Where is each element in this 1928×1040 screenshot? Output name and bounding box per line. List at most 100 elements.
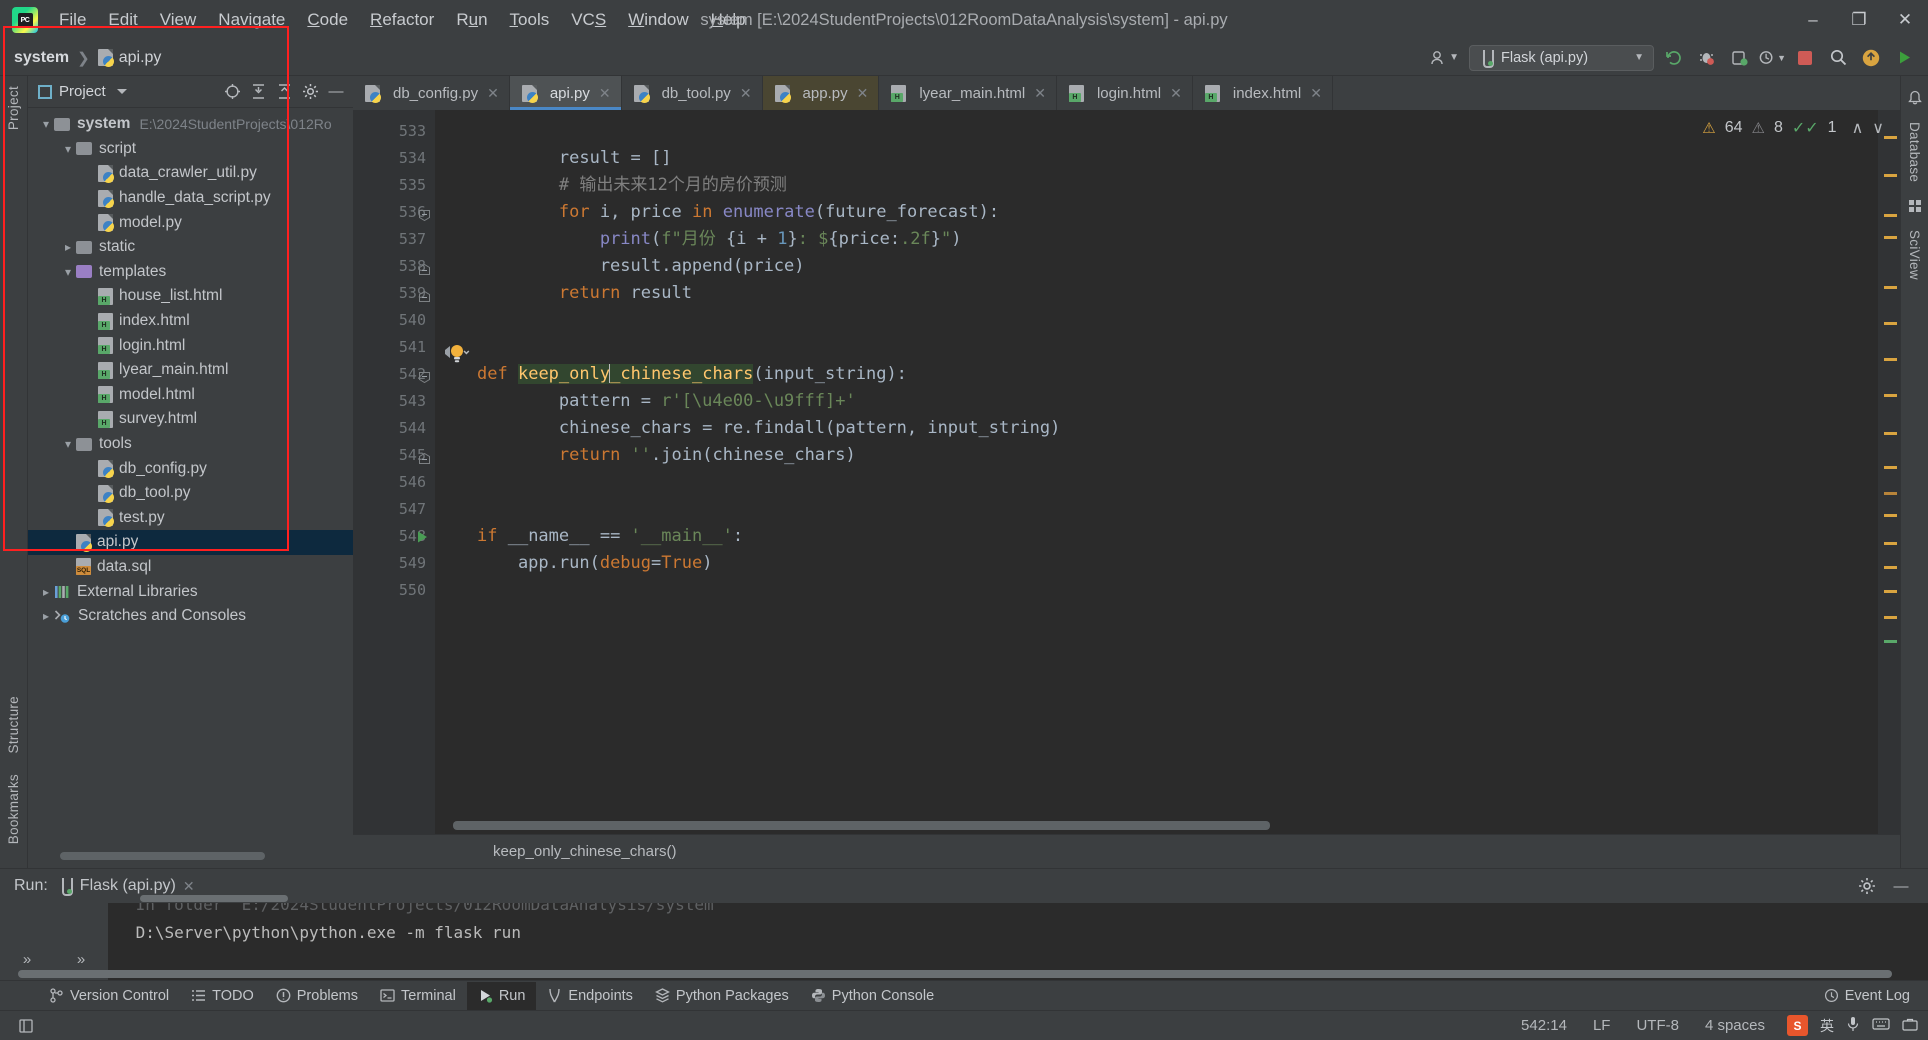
tree-arrow-collapsed[interactable]: ▸ <box>38 585 54 599</box>
menu-edit[interactable]: Edit <box>97 5 148 35</box>
line-number-gutter[interactable]: 533 534 535 536 537 538 539 540 541 542 543 544 545 5… <box>353 110 435 834</box>
tree-item-static[interactable]: ▸ static <box>28 235 353 260</box>
analysis-marker[interactable] <box>1884 236 1897 239</box>
keyboard-icon[interactable] <box>1872 1017 1890 1034</box>
analysis-marker[interactable] <box>1884 542 1897 545</box>
analysis-marker[interactable] <box>1884 394 1897 397</box>
fold-collapse-icon[interactable] <box>419 369 430 384</box>
tree-arrow-collapsed[interactable]: ▸ <box>38 609 54 623</box>
editor-tab-api-py[interactable]: api.py ✕ <box>509 76 622 110</box>
line-number[interactable]: 541 <box>353 334 435 361</box>
gear-icon[interactable] <box>1856 875 1878 897</box>
user-account-button[interactable]: ▼ <box>1425 45 1464 71</box>
tree-arrow-expanded[interactable]: ▾ <box>60 437 76 451</box>
line-number[interactable]: 533 <box>353 118 435 145</box>
analysis-marker[interactable] <box>1884 174 1897 177</box>
code-line[interactable]: chinese_chars = re.findall(pattern, inpu… <box>435 415 1878 442</box>
console-hscrollbar[interactable] <box>18 970 1892 978</box>
chevron-down-icon[interactable] <box>116 89 127 94</box>
code-line[interactable]: # 输出未来12个月的房价预测 <box>435 172 1878 199</box>
code-line[interactable] <box>435 334 1878 361</box>
debug-button[interactable] <box>1692 45 1720 71</box>
tool-window-button-endpoints[interactable]: Endpoints <box>536 982 644 1010</box>
tree-item-db-tool-py[interactable]: db_tool.py <box>28 481 353 506</box>
line-separator[interactable]: LF <box>1589 1015 1615 1036</box>
tree-item-db-config-py[interactable]: db_config.py <box>28 456 353 481</box>
expand-actions-icon[interactable]: » <box>0 951 54 968</box>
tree-arrow-expanded[interactable]: ▾ <box>38 117 54 131</box>
close-button[interactable]: ✕ <box>1882 0 1928 40</box>
breadcrumb-file[interactable]: api.py <box>119 49 162 67</box>
tree-item-login-html[interactable]: login.html <box>28 333 353 358</box>
menu-window[interactable]: Window <box>617 5 699 35</box>
editor-tab-app-py[interactable]: app.py ✕ <box>762 76 880 110</box>
code-canvas[interactable]: result = [] # 输出未来12个月的房价预测 for i, price… <box>435 110 1878 834</box>
code-line[interactable]: pattern = r'[\u4e00-\u9fff]+' <box>435 388 1878 415</box>
caret-position[interactable]: 542:14 <box>1517 1015 1571 1036</box>
analysis-marker[interactable] <box>1884 214 1897 217</box>
tree-item-scratches-and-consoles[interactable]: ▸ Scratches and Consoles <box>28 604 353 629</box>
close-icon[interactable]: ✕ <box>487 85 499 102</box>
menu-view[interactable]: View <box>149 5 208 35</box>
tree-item-data-crawler-util-py[interactable]: data_crawler_util.py <box>28 161 353 186</box>
strip-tab-structure[interactable]: Structure <box>1 686 26 763</box>
analysis-marker[interactable] <box>1884 590 1897 593</box>
next-problem-icon[interactable]: ∨ <box>1872 118 1884 138</box>
locate-icon[interactable] <box>221 81 243 103</box>
menu-code[interactable]: Code <box>296 5 359 35</box>
tree-item-survey-html[interactable]: survey.html <box>28 407 353 432</box>
expand-actions-icon-2[interactable]: » <box>54 951 108 968</box>
run-console-output[interactable]: In folder E:/2024StudentProjects/012Room… <box>108 903 1928 980</box>
tree-item-house-list-html[interactable]: house_list.html <box>28 284 353 309</box>
project-tree-hscrollbar[interactable] <box>60 852 265 860</box>
run-panel-tab[interactable]: Flask (api.py) ✕ <box>58 877 195 896</box>
tree-item-templates[interactable]: ▾ templates <box>28 260 353 285</box>
maximize-button[interactable]: ❐ <box>1836 0 1882 40</box>
strip-tab-project[interactable]: Project <box>1 76 26 140</box>
sciview-grid-icon[interactable] <box>1907 192 1923 220</box>
menu-refactor[interactable]: Refactor <box>359 5 445 35</box>
editor-tab-db-tool-py[interactable]: db_tool.py ✕ <box>621 76 763 110</box>
tree-item-index-html[interactable]: index.html <box>28 309 353 334</box>
line-number[interactable]: 544 <box>353 415 435 442</box>
analysis-marker[interactable] <box>1884 566 1897 569</box>
tool-window-button-python-packages[interactable]: Python Packages <box>644 982 800 1010</box>
tool-window-button-terminal[interactable]: Terminal <box>369 982 467 1010</box>
code-line[interactable]: return result <box>435 280 1878 307</box>
run-button[interactable] <box>1890 45 1918 71</box>
code-line[interactable] <box>435 469 1878 496</box>
tree-arrow-expanded[interactable]: ▾ <box>60 265 76 279</box>
line-number[interactable]: 546 <box>353 469 435 496</box>
tree-item-external-libraries[interactable]: ▸ External Libraries <box>28 579 353 604</box>
editor-tab-db-config-py[interactable]: db_config.py ✕ <box>353 76 510 110</box>
intention-bulb-icon[interactable] <box>444 344 470 363</box>
close-icon[interactable]: ✕ <box>599 85 611 102</box>
menu-vcs[interactable]: VCS <box>560 5 617 35</box>
tree-item-test-py[interactable]: test.py <box>28 506 353 531</box>
hide-panel-icon[interactable]: — <box>1890 875 1912 897</box>
code-line[interactable]: if __name__ == '__main__': <box>435 523 1878 550</box>
fold-end-icon[interactable] <box>419 261 430 275</box>
minimize-button[interactable]: – <box>1790 0 1836 40</box>
analysis-marker[interactable] <box>1884 358 1897 361</box>
event-log-button[interactable]: Event Log <box>1824 988 1928 1004</box>
expand-all-icon[interactable] <box>247 81 269 103</box>
analysis-marker[interactable] <box>1884 136 1897 139</box>
analysis-marker[interactable] <box>1884 640 1897 643</box>
tool-window-button-problems[interactable]: Problems <box>265 982 369 1010</box>
tool-window-button-todo[interactable]: TODO <box>180 982 265 1010</box>
fold-end-icon[interactable] <box>419 288 430 302</box>
close-icon[interactable]: ✕ <box>1034 85 1046 102</box>
collapse-all-icon[interactable] <box>273 81 295 103</box>
code-line[interactable] <box>435 496 1878 523</box>
editor-hscrollbar[interactable] <box>453 821 1770 830</box>
code-line[interactable]: app.run(debug=True) <box>435 550 1878 577</box>
code-line[interactable]: return ''.join(chinese_chars) <box>435 442 1878 469</box>
line-number[interactable]: 537 <box>353 226 435 253</box>
profiler-button[interactable]: ▼ <box>1758 45 1786 71</box>
tree-item-handle-data-script-py[interactable]: handle_data_script.py <box>28 186 353 211</box>
code-line[interactable]: result = [] <box>435 145 1878 172</box>
tool-window-button-version-control[interactable]: Version Control <box>38 982 180 1010</box>
tree-item-data-sql[interactable]: data.sql <box>28 555 353 580</box>
tree-item-model-html[interactable]: model.html <box>28 383 353 408</box>
